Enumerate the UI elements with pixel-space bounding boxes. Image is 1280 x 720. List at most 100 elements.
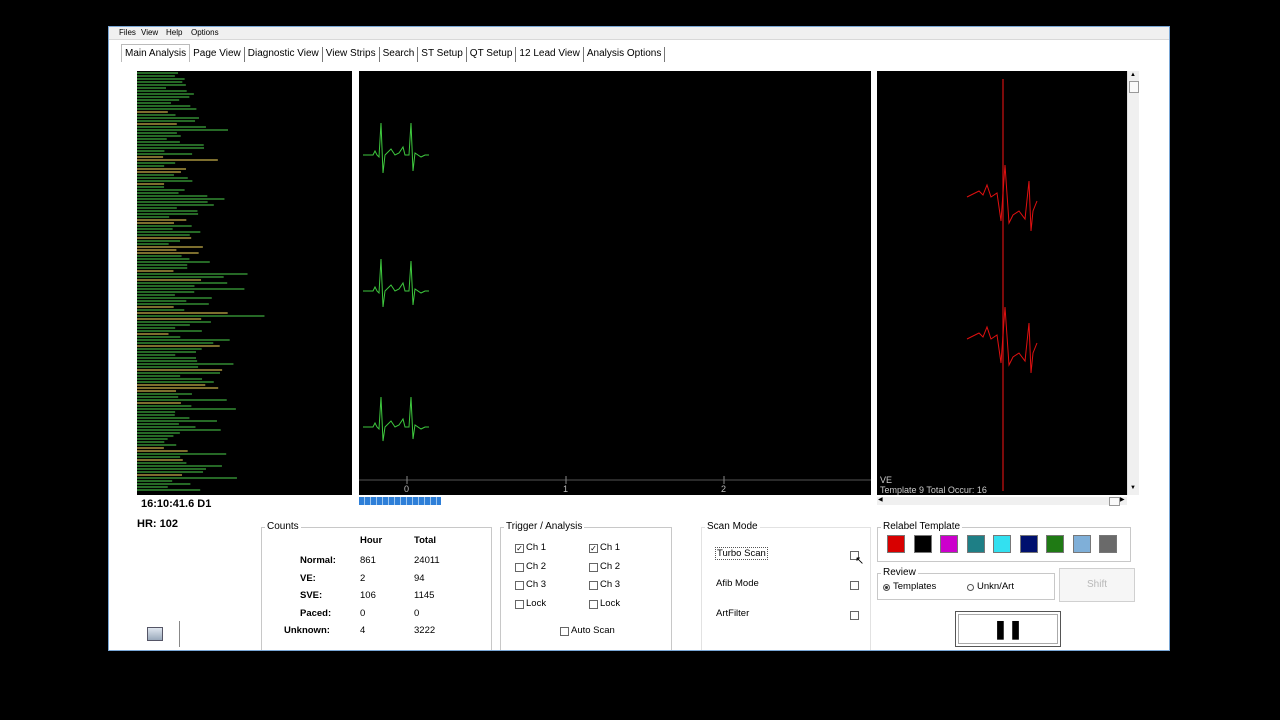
template-panel[interactable]: VE Template 9 Total Occur: 16 xyxy=(877,71,1127,495)
analysis-checkbox-label: Ch 3 xyxy=(600,579,621,590)
counts-row-label: Normal: xyxy=(300,555,336,566)
template-horizontal-scrollbar[interactable]: ◀ ▶ xyxy=(877,496,1127,506)
counts-header-hour: Hour xyxy=(360,535,383,546)
analysis-checkbox-4[interactable] xyxy=(589,599,598,609)
tab-st-setup[interactable]: ST Setup xyxy=(418,47,467,62)
template-beat-1 xyxy=(966,164,1038,232)
trigger-checkbox-4[interactable] xyxy=(515,599,524,609)
analysis-checkbox-2[interactable] xyxy=(589,562,598,572)
counts-row-label: Unknown: xyxy=(284,625,330,636)
hr-readout: HR: 102 xyxy=(137,518,178,530)
analysis-checkbox-label: Ch 2 xyxy=(600,560,621,572)
tab-view-strips[interactable]: View Strips xyxy=(323,47,380,62)
template-vertical-scrollbar[interactable]: ▲ ▼ xyxy=(1127,71,1139,495)
strip-tick-label-1: 1 xyxy=(563,484,569,494)
relabel-color-swatch[interactable] xyxy=(1072,535,1091,553)
pause-button[interactable]: ❚❚ xyxy=(955,611,1061,647)
relabel-title: Relabel Template xyxy=(881,521,963,532)
menu-files[interactable]: Files xyxy=(119,28,136,37)
trigger-analysis-group: Trigger / Analysis ✓ Ch 1 Ch 2 Ch 3 Lock ✓ Ch… xyxy=(500,521,672,650)
tab-page-view[interactable]: Page View xyxy=(190,47,245,62)
relabel-color-swatch[interactable] xyxy=(913,535,932,553)
analysis-checkbox-3[interactable] xyxy=(589,581,598,590)
counts-row-hour: 0 xyxy=(360,607,366,619)
scan-progress-bar xyxy=(359,497,441,505)
tab-search[interactable]: Search xyxy=(380,47,419,62)
menu-help[interactable]: Help xyxy=(166,28,182,37)
counts-row-total: 94 xyxy=(414,572,425,584)
relabel-color-swatch[interactable] xyxy=(966,535,985,553)
trigger-checkbox-label: Ch 1 xyxy=(526,542,547,553)
template-label: VE xyxy=(880,475,893,485)
application-window: Files View Help Options Main Analysis Pa… xyxy=(108,26,1170,651)
trigger-checkbox-label: Ch 2 xyxy=(526,560,547,572)
trigger-title: Trigger / Analysis xyxy=(504,521,585,532)
scroll-thumb[interactable] xyxy=(1129,81,1139,93)
template-info: VE Template 9 Total Occur: 16 xyxy=(880,475,987,495)
counts-row-label: SVE: xyxy=(300,590,323,601)
hr-label: HR: xyxy=(137,518,157,530)
tab-main-analysis[interactable]: Main Analysis xyxy=(121,44,191,62)
trigger-checkbox-3[interactable] xyxy=(515,581,524,590)
tab-qt-setup[interactable]: QT Setup xyxy=(467,47,517,62)
counts-header-total: Total xyxy=(414,535,436,546)
relabel-color-swatch[interactable] xyxy=(993,535,1011,553)
tab-12-lead-view[interactable]: 12 Lead View xyxy=(516,47,584,62)
artfilter-label: ArtFilter xyxy=(716,608,750,619)
hr-trend-graph xyxy=(137,72,265,491)
relabel-color-swatch[interactable] xyxy=(887,535,905,553)
app-icon-area xyxy=(139,621,180,647)
menu-options[interactable]: Options xyxy=(191,28,219,37)
scroll-up-icon[interactable]: ▲ xyxy=(1130,72,1136,78)
relabel-color-swatch[interactable] xyxy=(940,535,958,553)
scan-mode-group: Scan Mode Turbo Scan Afib Mode ArtFilter… xyxy=(701,521,871,650)
pause-icon: ❚❚ xyxy=(992,619,1024,639)
h-scroll-thumb[interactable] xyxy=(1109,497,1120,506)
counts-row-label: Paced: xyxy=(300,607,332,619)
counts-row-hour: 4 xyxy=(360,625,366,636)
monitor-icon[interactable] xyxy=(147,627,163,641)
counts-row-total: 1145 xyxy=(414,590,435,601)
analysis-checkbox-label: Ch 1 xyxy=(600,542,621,553)
template-beat-2 xyxy=(966,306,1038,374)
hr-trend-panel[interactable] xyxy=(137,71,352,495)
unkn-art-radio-label: Unkn/Art xyxy=(977,581,1014,592)
ecg-trace-1 xyxy=(363,122,429,174)
menu-view[interactable]: View xyxy=(141,28,158,37)
scroll-right-icon[interactable]: ▶ xyxy=(1120,496,1125,503)
template-graph xyxy=(966,79,1038,491)
review-group: Review Templates Unkn/Art xyxy=(877,567,1055,600)
menu-bar: Files View Help Options xyxy=(109,27,1169,40)
auto-scan-checkbox[interactable] xyxy=(560,627,569,636)
turbo-scan-label: Turbo Scan xyxy=(715,547,768,560)
trigger-checkbox-label: Ch 3 xyxy=(526,579,547,590)
scan-mode-title: Scan Mode xyxy=(705,521,760,532)
tab-analysis-options[interactable]: Analysis Options xyxy=(584,47,666,62)
tab-bar: Main Analysis Page View Diagnostic View … xyxy=(121,44,666,62)
hr-value: 102 xyxy=(159,518,178,530)
relabel-color-swatch[interactable] xyxy=(1099,535,1117,553)
tab-diagnostic-view[interactable]: Diagnostic View xyxy=(245,47,323,62)
strip-tick-label-0: 0 xyxy=(404,484,410,494)
template-occurrence: Template 9 Total Occur: 16 xyxy=(880,485,987,495)
trigger-checkbox-2[interactable] xyxy=(515,562,524,572)
ecg-strip-panel[interactable]: 0 1 2 xyxy=(359,71,871,495)
counts-row-total: 24011 xyxy=(414,555,440,566)
artfilter-checkbox[interactable] xyxy=(850,611,859,620)
scroll-left-icon[interactable]: ◀ xyxy=(878,496,883,503)
shift-button[interactable]: Shift xyxy=(1059,568,1135,602)
counts-row-hour: 861 xyxy=(360,555,376,566)
analysis-checkbox-1[interactable]: ✓ xyxy=(589,544,598,553)
auto-scan-label: Auto Scan xyxy=(571,625,615,636)
ecg-strip-graph xyxy=(359,122,871,484)
relabel-color-swatch[interactable] xyxy=(1019,535,1038,553)
unkn-art-radio[interactable] xyxy=(967,584,974,591)
counts-row-hour: 106 xyxy=(360,590,376,601)
templates-radio[interactable] xyxy=(883,584,890,591)
trigger-checkbox-1[interactable]: ✓ xyxy=(515,544,524,553)
scroll-down-icon[interactable]: ▼ xyxy=(1130,485,1136,491)
ecg-trace-2 xyxy=(363,258,429,308)
relabel-color-swatch[interactable] xyxy=(1046,535,1064,553)
afib-mode-checkbox[interactable] xyxy=(850,581,859,590)
trigger-checkbox-label: Lock xyxy=(526,597,547,609)
